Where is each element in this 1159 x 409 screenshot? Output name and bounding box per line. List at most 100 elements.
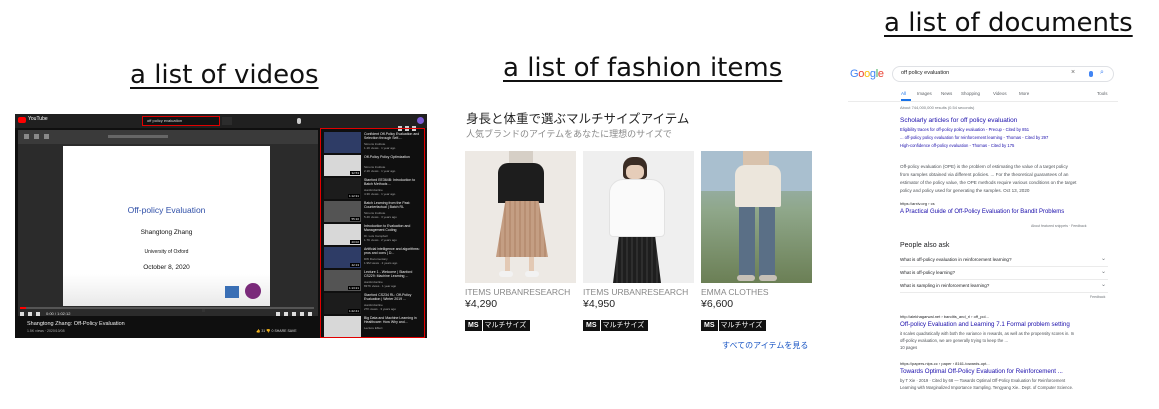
scholarly-line[interactable]: High-confidence off-policy evaluation - … [900, 143, 1014, 148]
scholarly-line[interactable]: Eligibility traces for off-policy policy… [900, 127, 1029, 132]
google-logo[interactable]: Google [850, 68, 884, 80]
recommended-video[interactable]: 1:22:41 Stanford CS234 RL: Off-Policy Eva… [324, 293, 423, 316]
recommended-video[interactable]: 55:10 Batch Learning from the Past: Count… [324, 201, 423, 224]
volume-icon[interactable] [36, 312, 40, 316]
next-icon[interactable] [28, 312, 32, 316]
badge-code: MS [701, 320, 718, 331]
search-icon[interactable]: ⌕ [1100, 69, 1104, 77]
presentation-slide: Off-policy Evaluation Shangtong Zhang Un… [63, 146, 270, 312]
result-title[interactable]: Off-policy Evaluation and Learning 7.1 F… [900, 321, 1070, 328]
toolbar-icon [24, 134, 29, 139]
tab-more[interactable]: More [1019, 91, 1029, 96]
tab-videos[interactable]: Videos [993, 91, 1007, 96]
tab-shopping[interactable]: Shopping [961, 91, 980, 96]
video-thumbnail[interactable]: 42:13 [324, 247, 361, 268]
recommended-video[interactable]: 32:53 Off-Policy Policy Optimization Simon… [324, 155, 423, 178]
scholarly-heading[interactable]: Scholarly articles for off policy evalua… [900, 117, 1017, 124]
recommended-video[interactable]: 42:13 Artificial intelligence and algorit… [324, 247, 423, 270]
result-url[interactable]: http://alekhagarwal.net › bandits_and_rl… [900, 314, 989, 319]
clear-icon[interactable]: × [1071, 69, 1075, 76]
recommended-video[interactable]: 1:12:31 Stanford EE364B: Introduction to … [324, 178, 423, 201]
recommended-video[interactable]: Big Data and Machine Learning in Healthc… [324, 316, 423, 337]
paa-question[interactable]: What is off-policy evaluation in reinfor… [900, 254, 1108, 267]
snippet-url[interactable]: https://arxiv.org › cs [900, 201, 935, 206]
recommended-video-views: 1.9M views · 2 years ago [364, 261, 398, 265]
product-photo[interactable] [465, 151, 576, 283]
people-also-ask-title: People also ask [900, 242, 950, 249]
result-snippet: Learning with Marginalized Importance Sa… [900, 385, 1074, 390]
google-search-input[interactable]: off policy evaluation × ⌕ [892, 66, 1114, 82]
paa-question[interactable]: What is sampling in reinforcement learni… [900, 280, 1108, 293]
video-thumbnail[interactable] [324, 316, 361, 337]
recommended-video[interactable]: Confident Off-Policy Evaluation and Sele… [324, 132, 423, 155]
recommended-video-title: Artificial intelligence and algorithms: … [364, 247, 420, 256]
documents-heading: a list of documents [884, 8, 1133, 38]
product-photo[interactable] [583, 151, 694, 283]
recommended-video-views: 1.1K views · 1 year ago [364, 146, 396, 150]
paa-feedback[interactable]: Feedback [1090, 295, 1105, 299]
tab-news[interactable]: News [941, 91, 952, 96]
video-actions[interactable]: 👍 31 👎 0 SHARE SAVE [256, 329, 297, 333]
product-photo[interactable] [701, 151, 812, 283]
youtube-logo-icon[interactable] [18, 117, 26, 123]
fashion-item[interactable]: EMMA CLOTHES ¥6,600 MS マルチサイズ [701, 151, 812, 331]
miniplayer-icon[interactable] [292, 312, 296, 316]
settings-icon[interactable] [284, 312, 288, 316]
youtube-search-button[interactable] [222, 117, 232, 125]
mic-icon[interactable] [297, 118, 301, 124]
video-player[interactable]: Off-policy Evaluation Shangtong Zhang Un… [18, 130, 318, 316]
video-thumbnail[interactable]: 32:53 [324, 155, 361, 176]
chevron-down-icon: ⌄ [1100, 282, 1106, 288]
fashion-item[interactable]: ITEMS URBANRESEARCH ¥4,950 MS マルチサイズ [583, 151, 694, 331]
video-thumbnail[interactable]: 1:13:21 [324, 270, 361, 291]
featured-snippet-line: from samples obtained via different poli… [900, 172, 1069, 177]
fashion-item[interactable]: ITEMS URBANRESEARCH ¥4,290 MS マルチサイズ [465, 151, 576, 331]
result-url[interactable]: https://papers.nips.cc › paper › 8161-to… [900, 361, 990, 366]
fashion-title: 身長と体重で選ぶマルチサイズアイテム [466, 112, 690, 126]
video-thumbnail[interactable]: 1:22:41 [324, 293, 361, 314]
theater-icon[interactable] [300, 312, 304, 316]
tab-all[interactable]: All [901, 91, 906, 96]
tab-tools[interactable]: Tools [1097, 91, 1108, 96]
captions-icon[interactable] [276, 312, 280, 316]
video-progress-bar[interactable] [20, 307, 314, 309]
recommended-video-title: Introduction to Evaluation and Managemen… [364, 224, 411, 233]
mic-icon[interactable] [1089, 71, 1093, 77]
whirl-logo [245, 283, 261, 299]
slide-author: Shangtong Zhang [140, 229, 193, 236]
recommended-video-views: 1.7K views · 2 years ago [364, 238, 397, 242]
result-title[interactable]: Towards Optimal Off-Policy Evaluation fo… [900, 368, 1063, 375]
video-progress-fill [20, 307, 26, 309]
featured-snippet-line: Off-policy evaluation (OPE) is the probl… [900, 164, 1068, 169]
about-snippets[interactable]: About featured snippets · Feedback [1031, 224, 1086, 228]
recommendations-sidebar: Confident Off-Policy Evaluation and Sele… [320, 128, 425, 338]
slide-date: October 8, 2020 [143, 264, 190, 271]
toolbar-strip [108, 135, 168, 138]
video-thumbnail[interactable]: 1:12:31 [324, 178, 361, 199]
youtube-logo-text[interactable]: YouTube [28, 116, 48, 122]
avatar[interactable] [417, 117, 424, 124]
recommended-video[interactable]: 1:13:21 Lecture 1 - Welcome | Stanford CS… [324, 270, 423, 293]
play-icon[interactable] [20, 312, 24, 316]
paa-question[interactable]: What is off-policy learning? ⌄ [900, 267, 1108, 280]
result-snippet: 10 pages [900, 345, 918, 350]
product-brand: ITEMS URBANRESEARCH [583, 287, 689, 297]
scholarly-line[interactable]: ... off-policy policy evaluation for rei… [900, 135, 1048, 140]
see-all-items-link[interactable]: すべてのアイテムを見る [722, 340, 808, 351]
video-thumbnail[interactable] [324, 132, 361, 153]
video-meta: 1.5K views · 2020/10/08 [27, 329, 65, 333]
tab-images[interactable]: Images [917, 91, 932, 96]
university-logo [225, 286, 239, 298]
multisize-badge: MS マルチサイズ [701, 320, 812, 331]
fullscreen-icon[interactable] [308, 312, 312, 316]
youtube-search-input[interactable]: off policy evaluation [142, 116, 220, 126]
video-thumbnail[interactable]: 55:10 [324, 201, 361, 222]
video-thumbnail[interactable]: 20:02 [324, 224, 361, 245]
slide-title: Off-policy Evaluation [127, 205, 206, 215]
multisize-badge: MS マルチサイズ [465, 320, 576, 331]
snippet-link[interactable]: A Practical Guide of Off-Policy Evaluati… [900, 209, 1064, 215]
video-duration: 42:13 [350, 263, 360, 267]
video-duration: 1:13:21 [347, 286, 360, 290]
slide-toolbar [18, 130, 318, 144]
recommended-video[interactable]: 20:02 Introduction to Evaluation and Mana… [324, 224, 423, 247]
